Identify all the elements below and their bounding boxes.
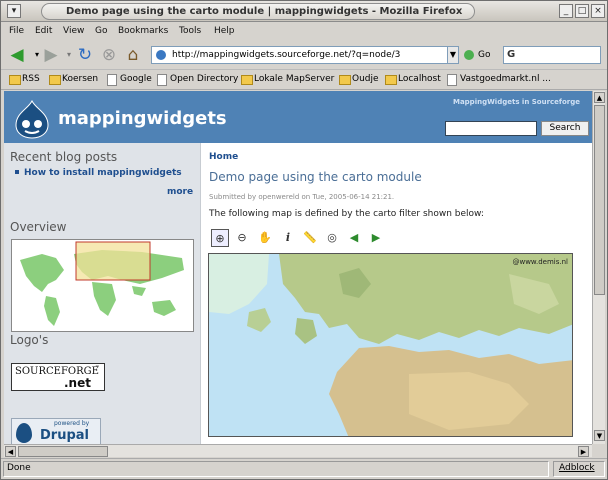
overview-map[interactable] bbox=[11, 239, 194, 332]
info-icon[interactable]: i bbox=[279, 229, 297, 247]
vertical-scrollbar[interactable]: ▲ ▼ bbox=[592, 91, 605, 444]
site-favicon-icon bbox=[156, 50, 166, 60]
stop-icon[interactable]: ⊗ bbox=[99, 45, 119, 65]
title-bar: Demo page using the carto module | mappi… bbox=[1, 1, 607, 22]
go-button[interactable]: Go bbox=[464, 47, 490, 63]
bookmark-open-directory[interactable]: Open Directory bbox=[157, 74, 238, 86]
bookmark-google[interactable]: Google bbox=[107, 74, 152, 86]
horizontal-scrollbar[interactable]: ◀ ▶ bbox=[4, 444, 592, 457]
bookmark-localhost[interactable]: Localhost bbox=[385, 74, 441, 85]
window-menu-icon[interactable]: ▾ bbox=[7, 4, 21, 18]
menu-file[interactable]: File bbox=[9, 26, 24, 36]
sourceforge-logo[interactable]: SOURCEFORGE ™ .net bbox=[11, 363, 105, 391]
maximize-button[interactable]: □ bbox=[575, 4, 589, 18]
submitted-info: Submitted by openwereld on Tue, 2005-06-… bbox=[209, 193, 395, 201]
drupal-powered-text: powered by bbox=[54, 420, 90, 427]
recent-posts-heading: Recent blog posts bbox=[10, 150, 118, 164]
sidebar: Recent blog posts How to install mapping… bbox=[4, 143, 201, 444]
menu-bookmarks[interactable]: Bookmarks bbox=[118, 26, 168, 36]
scroll-right-icon[interactable]: ▶ bbox=[578, 446, 589, 457]
menu-tools[interactable]: Tools bbox=[179, 26, 201, 36]
menu-help[interactable]: Help bbox=[214, 26, 235, 36]
bookmark-lokale-mapserver[interactable]: Lokale MapServer bbox=[241, 74, 334, 85]
map-image bbox=[209, 254, 572, 436]
more-link[interactable]: more bbox=[167, 187, 193, 197]
reload-icon[interactable]: ↻ bbox=[75, 45, 95, 65]
horizontal-scroll-thumb[interactable] bbox=[18, 446, 108, 457]
scroll-left-icon[interactable]: ◀ bbox=[5, 446, 16, 457]
bookmark-vastgoedmarkt[interactable]: Vastgoedmarkt.nl ... bbox=[447, 74, 551, 86]
overview-heading: Overview bbox=[10, 220, 67, 234]
site-name[interactable]: mappingwidgets bbox=[58, 108, 227, 129]
sourceforge-trademark: ™ bbox=[95, 365, 100, 371]
forward-icon[interactable]: ▶ bbox=[41, 45, 61, 65]
intro-text: The following map is defined by the cart… bbox=[209, 209, 484, 219]
bookmarks-toolbar: RSS Koersen Google Open Directory Lokale… bbox=[1, 70, 607, 90]
recent-post-link[interactable]: How to install mappingwidgets bbox=[24, 168, 182, 178]
drupal-drop-small-icon bbox=[16, 423, 32, 443]
measure-ruler-icon[interactable]: 📏 bbox=[301, 229, 319, 247]
site-search-button[interactable]: Search bbox=[541, 121, 589, 136]
close-button[interactable]: × bbox=[591, 4, 605, 18]
overview-world-map bbox=[12, 240, 193, 331]
back-icon[interactable]: ◀ bbox=[7, 45, 27, 65]
vertical-scroll-thumb[interactable] bbox=[594, 105, 605, 295]
bookmark-oudje[interactable]: Oudje bbox=[339, 74, 379, 85]
menu-go[interactable]: Go bbox=[95, 26, 107, 36]
zoom-out-icon[interactable]: ⊖ bbox=[233, 229, 251, 247]
breadcrumb[interactable]: Home bbox=[209, 152, 238, 162]
drupal-name-text: Drupal bbox=[40, 428, 89, 443]
home-icon[interactable]: ⌂ bbox=[123, 45, 143, 65]
page-viewport: mappingwidgets MappingWidgets in Sourcef… bbox=[4, 91, 592, 444]
google-icon[interactable]: G bbox=[507, 49, 515, 60]
site-search-input[interactable] bbox=[445, 121, 537, 136]
status-bar: Done Adblock bbox=[1, 458, 607, 479]
minimize-button[interactable]: _ bbox=[559, 4, 573, 18]
main-content: Home Demo page using the carto module Su… bbox=[202, 143, 592, 444]
adblock-link[interactable]: Adblock bbox=[559, 463, 595, 473]
address-text: http://mappingwidgets.sourceforge.net/?q… bbox=[172, 50, 401, 60]
sourceforge-net-text: .net bbox=[64, 376, 91, 390]
zoom-full-extent-icon[interactable]: ◎ bbox=[323, 229, 341, 247]
address-bar[interactable]: http://mappingwidgets.sourceforge.net/?q… bbox=[151, 46, 459, 64]
previous-extent-icon[interactable]: ◀ bbox=[345, 229, 363, 247]
search-engine-box[interactable]: G bbox=[503, 46, 601, 64]
bookmark-rss[interactable]: RSS bbox=[9, 74, 40, 85]
powered-by-drupal-logo[interactable]: powered by Drupal bbox=[11, 418, 101, 444]
scroll-down-icon[interactable]: ▼ bbox=[594, 430, 605, 441]
menu-view[interactable]: View bbox=[63, 26, 84, 36]
scroll-up-icon[interactable]: ▲ bbox=[594, 92, 605, 103]
page-title: Demo page using the carto module bbox=[209, 170, 422, 184]
carto-map[interactable]: @www.demis.nl bbox=[208, 253, 573, 437]
menu-edit[interactable]: Edit bbox=[35, 26, 52, 36]
logos-heading: Logo's bbox=[10, 333, 49, 347]
header-sourceforge-link[interactable]: MappingWidgets in Sourceforge bbox=[453, 98, 580, 106]
menu-bar: File Edit View Go Bookmarks Tools Help bbox=[1, 23, 607, 40]
zoom-in-icon[interactable]: ⊕ bbox=[211, 229, 229, 247]
bullet-icon bbox=[15, 170, 19, 174]
browser-window: Demo page using the carto module | mappi… bbox=[0, 0, 608, 480]
window-title: Demo page using the carto module | mappi… bbox=[41, 3, 475, 20]
site-header: mappingwidgets MappingWidgets in Sourcef… bbox=[4, 91, 592, 143]
bookmark-koersen[interactable]: Koersen bbox=[49, 74, 98, 85]
pan-hand-icon[interactable]: ✋ bbox=[256, 229, 274, 247]
status-text: Done bbox=[7, 463, 31, 473]
next-extent-icon[interactable]: ▶ bbox=[367, 229, 385, 247]
address-dropdown-icon[interactable]: ▼ bbox=[447, 46, 459, 64]
status-cell bbox=[3, 461, 549, 477]
drupal-drop-logo-icon bbox=[15, 99, 49, 139]
map-copyright: @www.demis.nl bbox=[512, 258, 568, 266]
